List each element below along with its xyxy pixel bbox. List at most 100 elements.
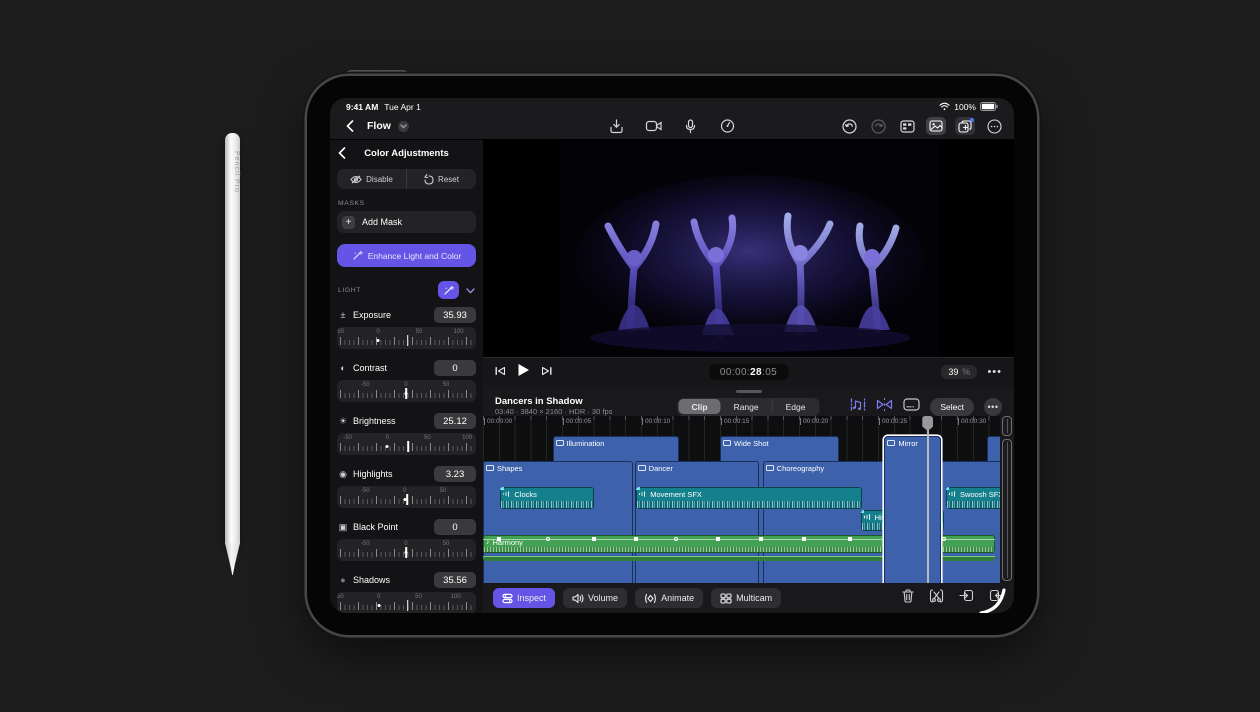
- timeline-vertical-scrollbar[interactable]: [1002, 416, 1012, 583]
- ruler-label-4: 00:00:20: [800, 418, 828, 425]
- slider-highlights: ◉Highlights3.23-50050: [337, 466, 476, 508]
- panel-back-icon[interactable]: [338, 146, 346, 164]
- black-point-value[interactable]: 0: [434, 519, 476, 535]
- reset-button[interactable]: Reset: [406, 169, 476, 189]
- disable-label: Disable: [366, 175, 393, 184]
- undo-icon[interactable]: [839, 117, 859, 135]
- segment-edge[interactable]: Edge: [772, 399, 819, 414]
- contrast-cursor[interactable]: [405, 388, 407, 399]
- delete-icon[interactable]: [902, 589, 914, 608]
- keyframe-square[interactable]: [759, 537, 763, 541]
- highlights-value[interactable]: 3.23: [434, 466, 476, 482]
- status-date: Tue Apr 1: [384, 102, 421, 112]
- disable-reset-group: Disable Reset: [337, 169, 476, 189]
- timeline-more-icon[interactable]: •••: [984, 398, 1002, 416]
- keyframe-circle[interactable]: [546, 537, 550, 541]
- skip-to-start-icon[interactable]: [495, 363, 505, 381]
- keyframe-circle[interactable]: [674, 537, 678, 541]
- clip-swoosh-sfx[interactable]: Swoosh SFX: [946, 487, 1000, 509]
- shadows-value[interactable]: 35.56: [434, 572, 476, 588]
- transitions-icon[interactable]: [876, 398, 893, 416]
- exposure-cursor[interactable]: [407, 335, 409, 346]
- keyframe-square[interactable]: [497, 537, 501, 541]
- clip-label-choreography: Choreography: [763, 461, 897, 473]
- brightness-ruler[interactable]: -50050100: [337, 433, 476, 455]
- clip-label-text: Illumination: [567, 439, 605, 448]
- clip-movement-sfx[interactable]: Movement SFX: [636, 487, 862, 509]
- audio-lanes-icon[interactable]: [850, 398, 866, 416]
- enhance-light-color-button[interactable]: Enhance Light and Color: [337, 244, 476, 267]
- keyframe-square[interactable]: [848, 537, 852, 541]
- timeline-drag-handle[interactable]: [736, 390, 762, 393]
- project-name[interactable]: Flow: [367, 120, 391, 132]
- exposure-ruler[interactable]: -50050100: [337, 327, 476, 349]
- highlights-ruler[interactable]: -50050: [337, 486, 476, 508]
- black-point-ruler[interactable]: -50050: [337, 539, 476, 561]
- light-wand-button[interactable]: [438, 281, 459, 299]
- back-icon[interactable]: [340, 117, 360, 135]
- disable-button[interactable]: Disable: [337, 169, 406, 189]
- brightness-value[interactable]: 25.12: [434, 413, 476, 429]
- film-icon: [486, 465, 494, 471]
- apple-pencil-tip: [230, 566, 236, 575]
- scrollbar-segment-top[interactable]: [1002, 416, 1012, 436]
- plus-icon: +: [342, 216, 355, 229]
- inspector-icon[interactable]: [955, 117, 975, 135]
- light-chevron-icon[interactable]: [466, 281, 475, 299]
- play-button[interactable]: [517, 363, 530, 382]
- playhead-handle[interactable]: [922, 416, 933, 431]
- clip-clocks[interactable]: Clocks: [500, 487, 593, 509]
- import-icon[interactable]: [607, 117, 627, 135]
- shadows-ruler[interactable]: -50050100: [337, 592, 476, 613]
- browser-icon[interactable]: [897, 117, 917, 135]
- scrollbar-segment-main[interactable]: [1002, 439, 1012, 581]
- brightness-cursor[interactable]: [407, 441, 409, 452]
- more-icon[interactable]: [984, 117, 1004, 135]
- exposure-value[interactable]: 35.93: [434, 307, 476, 323]
- multicam-tool-button[interactable]: Multicam: [711, 588, 781, 608]
- keyframe-square[interactable]: [634, 537, 638, 541]
- segment-clip[interactable]: Clip: [679, 399, 721, 414]
- timeline-tracks-area[interactable]: 00:00:0000:00:0500:00:1000:00:1500:00:20…: [483, 416, 1000, 583]
- keyframe-circle[interactable]: [942, 537, 946, 541]
- music-note-icon: ♪: [486, 539, 490, 546]
- keyframe-square[interactable]: [716, 537, 720, 541]
- ruler-label-3: 00:00:15: [721, 418, 749, 425]
- animate-tool-button[interactable]: Animate: [635, 588, 703, 608]
- inspect-tool-button[interactable]: Inspect: [493, 588, 555, 608]
- volume-tool-button[interactable]: Volume: [563, 588, 627, 608]
- viewer-zoom-control[interactable]: 39%: [941, 365, 977, 379]
- contrast-ruler[interactable]: -50050: [337, 380, 476, 402]
- timecode-part: 00:: [720, 367, 735, 378]
- shadows-origin-dot: [377, 604, 380, 607]
- captions-icon[interactable]: [903, 398, 920, 416]
- blade-split-icon[interactable]: [929, 589, 944, 608]
- project-chevron-icon[interactable]: [398, 121, 409, 132]
- segment-range[interactable]: Range: [721, 399, 772, 414]
- playhead[interactable]: [927, 416, 929, 583]
- black-point-cursor[interactable]: [405, 547, 407, 558]
- apple-pencil: Pencil Pro: [225, 133, 240, 578]
- highlights-cursor[interactable]: [407, 494, 409, 505]
- redo-icon[interactable]: [868, 117, 888, 135]
- slider-contrast: ◐Contrast0-50050: [337, 360, 476, 402]
- keyframe-square[interactable]: [592, 537, 596, 541]
- contrast-value[interactable]: 0: [434, 360, 476, 376]
- film-icon: [887, 440, 895, 446]
- camera-icon[interactable]: [644, 117, 664, 135]
- brightness-label: Brightness: [353, 416, 396, 426]
- skip-to-end-icon[interactable]: [542, 363, 552, 381]
- timecode-display[interactable]: 00:00:28:05: [709, 364, 788, 380]
- mic-icon[interactable]: [681, 117, 701, 135]
- viewer-more-icon[interactable]: •••: [987, 366, 1002, 378]
- jog-wheel-icon[interactable]: [718, 117, 738, 135]
- clip-mirror[interactable]: Mirror: [884, 436, 941, 583]
- shadows-cursor[interactable]: [407, 600, 409, 611]
- slider-shadows: ●Shadows35.56-50050100: [337, 572, 476, 613]
- add-mask-button[interactable]: + Add Mask: [337, 211, 476, 233]
- insert-clip-icon[interactable]: [959, 589, 974, 607]
- viewer-icon[interactable]: [926, 117, 946, 135]
- exposure-scale-label: 100: [454, 329, 464, 335]
- select-button[interactable]: Select: [930, 398, 974, 416]
- keyframe-square[interactable]: [802, 537, 806, 541]
